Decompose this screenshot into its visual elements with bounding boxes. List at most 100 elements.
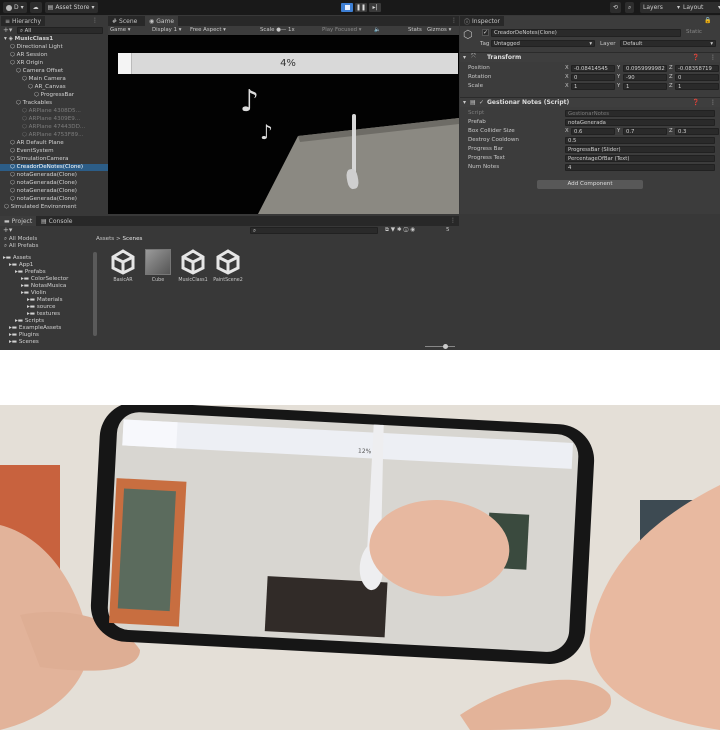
tab-game[interactable]: ◉ Game [145,16,179,26]
project-folder-item[interactable]: ▸▬ Prefabs [0,269,107,276]
component-menu-icon[interactable]: ⋮ [710,54,716,61]
transform-y-field[interactable]: 0.0959999982 [623,65,667,72]
transform-x-field[interactable]: 0 [571,74,615,81]
tab-console[interactable]: ▤ Console [37,216,77,226]
object-name-field[interactable]: CreadorDeNotes(Clone) [491,29,681,37]
layer-dropdown[interactable]: Default ▾ [620,40,716,47]
hierarchy-item[interactable]: ⬡ Camera Offset [0,68,122,75]
cloud-button[interactable]: ☁ [29,2,42,13]
transform-z-field[interactable]: 1 [675,83,719,90]
project-folder-item[interactable]: ▸▬ App1 [0,262,101,269]
project-folder-item[interactable]: ▸▬ Materials [0,297,119,304]
mute-audio-icon[interactable]: 🔈 [374,26,381,35]
hierarchy-item[interactable]: ⬡ Trackables [0,100,122,107]
tab-scene[interactable]: # Scene [108,16,142,26]
add-component-button[interactable]: Add Component [537,180,643,189]
hierarchy-item[interactable]: ⬡ notaGenerada(Clone) [0,180,116,187]
transform-y-field[interactable]: -90 [623,74,667,81]
hierarchy-item[interactable]: ⬡ notaGenerada(Clone) [0,196,116,203]
box-collider-z-field[interactable]: 0.3 [675,128,719,135]
transform-z-field[interactable]: 0 [675,74,719,81]
static-toggle[interactable]: Static [686,29,702,35]
asset-tile[interactable]: BasicAR [107,249,139,289]
script-field-value[interactable]: ProgressBar (Slider) [565,146,715,153]
component-enabled-checkbox[interactable]: ✓ [479,99,484,106]
tree-scrollbar[interactable] [93,252,97,336]
asset-tile[interactable]: Cube [142,249,174,289]
tab-project[interactable]: ▬ Project [0,216,37,226]
project-folder-item[interactable]: ▸▬ Scripts [0,318,107,325]
transform-header[interactable]: ▾ ⤧ Transform ❓ ⋮ [460,52,720,62]
project-folder-item[interactable]: ▸▬ Assets [0,255,95,262]
scale-slider[interactable]: Scale ●— 1x [260,26,295,35]
asset-store-label: Asset Store [55,4,90,11]
transform-z-field[interactable]: -0.08358719 [675,65,719,72]
hierarchy-item[interactable]: ⬡ AR Session [0,52,116,59]
breadcrumb-assets[interactable]: Assets [96,236,114,242]
script-component-header[interactable]: ▾ ▤ ✓ Gestionar Notes (Script) ❓ ⋮ [460,97,720,107]
script-field-value[interactable]: 0.5 [565,137,715,144]
transform-x-field[interactable]: -0.08414545 [571,65,615,72]
layout-dropdown[interactable]: Layout ▾ [680,2,720,13]
hierarchy-item[interactable]: ⬡ SimulationCamera [0,156,116,163]
asset-tile[interactable]: MusicClass1 [177,249,209,289]
stats-button[interactable]: Stats [408,26,422,35]
lock-icon[interactable]: 🔒 [704,17,711,24]
project-folder-item[interactable]: ▸▬ Plugins [0,332,101,339]
add-icon[interactable]: +▾ [3,226,12,234]
transform-x-field[interactable]: 1 [571,83,615,90]
hierarchy-item[interactable]: ⬡ AR Default Plane [0,140,116,147]
script-field-value[interactable]: PercentageOfBar (Text) [565,155,715,162]
toolbar-icons[interactable]: ⧉ ▼ ✱ ⓘ ◉ [385,227,415,234]
hierarchy-search-input[interactable]: ⌕ All [17,27,103,34]
project-folder-item[interactable]: ▸▬ Scenes [0,339,101,346]
panel-menu-icon[interactable]: ⋮ [92,17,98,24]
hierarchy-item[interactable]: ⬡ EventSystem [0,148,116,155]
layers-dropdown[interactable]: Layers ▾ [640,2,683,13]
hierarchy-item[interactable]: ⬡ Directional Light [0,44,116,51]
project-folder-item[interactable]: ▸▬ textures [0,311,119,318]
project-folder-item[interactable]: ▸▬ source [0,304,119,311]
help-icon[interactable]: ❓ [692,54,699,61]
component-menu-icon[interactable]: ⋮ [710,99,716,106]
play-focused-dropdown[interactable]: Play Focused ▾ [322,26,362,35]
favorite-item[interactable]: ⌕ All Prefabs [4,242,38,250]
breadcrumb-scenes[interactable]: Scenes [122,236,142,242]
pause-button[interactable]: ❚❚ [355,3,367,12]
hierarchy-item[interactable]: ▾ ◈ MusicClass1 [0,36,110,43]
box-collider-x-field[interactable]: 0.6 [571,128,615,135]
box-collider-y-field[interactable]: 0.7 [623,128,667,135]
hierarchy-item[interactable]: ⬡ notaGenerada(Clone) [0,172,116,179]
hierarchy-item[interactable]: ⬡ notaGenerada(Clone) [0,188,116,195]
asset-store-button[interactable]: ▤ Asset Store ▾ [44,2,98,13]
display-dropdown[interactable]: Display 1 ▾ [152,26,181,35]
hierarchy-item[interactable]: ⬡ CreadorDeNotes(Clone) [0,164,116,171]
game-mode-dropdown[interactable]: Game ▾ [110,26,130,35]
axis-label-z: Z [669,128,673,134]
hierarchy-tab[interactable]: ≡ Hierarchy [1,16,46,26]
active-checkbox[interactable]: ✓ [482,29,489,36]
aspect-dropdown[interactable]: Free Aspect ▾ [190,26,226,35]
transform-y-field[interactable]: 1 [623,83,667,90]
gizmos-dropdown[interactable]: Gizmos ▾ [427,26,451,35]
inspector-tab[interactable]: ⓘ Inspector [460,16,505,26]
project-folder-item[interactable]: ▸▬ ExampleAssets [0,325,101,332]
account-button[interactable]: D ▾ [3,2,27,13]
add-icon[interactable]: +▾ [3,26,12,34]
project-folder-tree: ▸▬ Assets ▸▬ App1 ▸▬ Prefabs ▸▬ ColorSelect… [0,255,92,350]
asset-tile[interactable]: PaintScene2 [212,249,244,289]
play-button[interactable] [341,3,353,12]
script-field-value[interactable]: notaGenerada [565,119,715,126]
project-search-input[interactable]: ⌕ [250,227,378,234]
hierarchy-item[interactable]: ⬡ Simulated Environment [0,204,110,211]
panel-menu-icon[interactable]: ⋮ [451,17,457,24]
panel-menu-icon[interactable]: ⋮ [450,217,456,224]
step-button[interactable]: ▸| [369,3,381,12]
search-button[interactable]: ⌕ [625,2,635,13]
script-field-value[interactable]: 4 [565,164,715,171]
history-button[interactable]: ⟲ [610,2,622,13]
hierarchy-item[interactable]: ⬡ XR Origin [0,60,116,67]
help-icon[interactable]: ❓ [692,99,699,106]
tag-dropdown[interactable]: Untagged ▾ [491,40,595,47]
zoom-slider[interactable] [425,344,455,349]
